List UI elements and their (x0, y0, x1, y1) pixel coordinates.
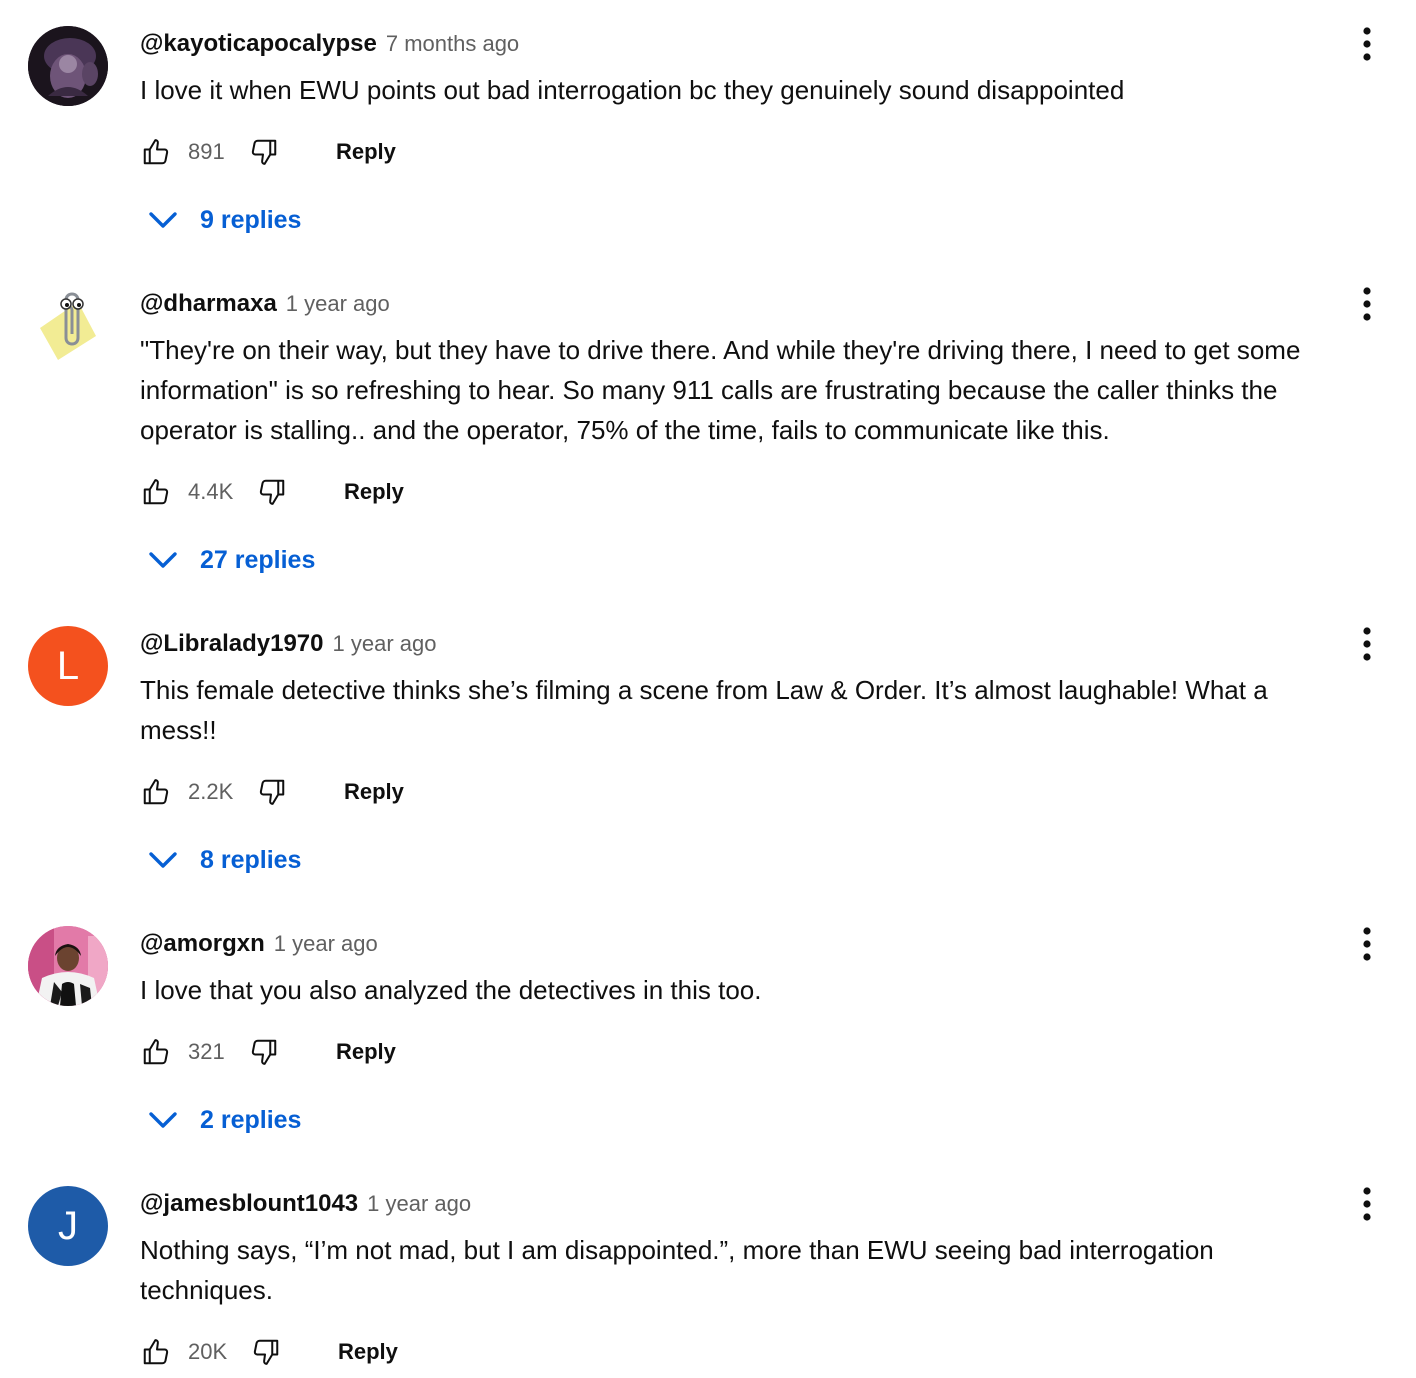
avatar[interactable]: J (28, 1186, 108, 1266)
like-count: 321 (188, 1039, 225, 1064)
avatar[interactable] (28, 286, 108, 366)
thumbs-up-icon (143, 479, 169, 505)
like-button[interactable] (140, 136, 172, 168)
avatar-letter: J (58, 1203, 78, 1248)
chevron-down-icon (146, 1103, 180, 1137)
comment-actions: 4.4K Reply (140, 472, 404, 512)
comment-text-line: information" is so refreshing to hear. S… (140, 375, 1278, 405)
avatar[interactable] (28, 926, 108, 1006)
comment-time[interactable]: 1 year ago (367, 1191, 471, 1217)
comment-actions: 891 Reply (140, 132, 396, 172)
dislike-button[interactable] (256, 476, 288, 508)
person-photo-avatar-icon (28, 926, 108, 1006)
paperclip-assistant-avatar-icon (40, 292, 96, 360)
like-button[interactable] (140, 1336, 172, 1368)
like-button[interactable] (140, 776, 172, 808)
comment-menu-button[interactable] (1352, 282, 1382, 326)
chevron-down-icon (146, 543, 180, 577)
comment-text-line: operator is stalling.. and the operator,… (140, 415, 1110, 445)
more-vertical-icon (1363, 287, 1371, 321)
comment-menu-button[interactable] (1352, 22, 1382, 66)
avatar-letter: L (56, 643, 80, 688)
comment-actions: 2.2K Reply (140, 772, 404, 812)
comment-time[interactable]: 1 year ago (333, 631, 437, 657)
comment-header: @Libralady1970 1 year ago (140, 630, 436, 662)
thumbs-up-icon (143, 779, 169, 805)
comment-time[interactable]: 1 year ago (286, 291, 390, 317)
comment-author[interactable]: @Libralady1970 (140, 630, 324, 658)
comment-text: Nothing says, “I’m not mad, but I am dis… (140, 1230, 1375, 1310)
avatar[interactable] (28, 26, 108, 106)
comment-author[interactable]: @jamesblount1043 (140, 1190, 358, 1218)
dark-purple-figure-avatar-icon (28, 26, 108, 106)
replies-count: 27 replies (200, 545, 316, 574)
view-replies-button[interactable]: 2 replies (146, 1100, 301, 1140)
like-count: 891 (188, 139, 225, 164)
thumbs-up-icon (143, 1039, 169, 1065)
reply-button[interactable]: Reply (336, 139, 396, 165)
comment-text-line: Nothing says, “I’m not mad, but I am dis… (140, 1235, 1214, 1265)
thumbs-down-icon (259, 479, 285, 505)
reply-button[interactable]: Reply (336, 1039, 396, 1065)
replies-count: 9 replies (200, 205, 302, 234)
dislike-button[interactable] (250, 1336, 282, 1368)
comment-menu-button[interactable] (1352, 1182, 1382, 1226)
like-count: 2.2K (188, 779, 234, 804)
comment-text-line: I love that you also analyzed the detect… (140, 975, 762, 1005)
like-button[interactable] (140, 476, 172, 508)
thumbs-down-icon (253, 1339, 279, 1365)
dislike-button[interactable] (256, 776, 288, 808)
comment-menu-button[interactable] (1352, 622, 1382, 666)
more-vertical-icon (1363, 927, 1371, 961)
replies-count: 8 replies (200, 845, 302, 874)
reply-button[interactable]: Reply (344, 479, 404, 505)
comment-time[interactable]: 7 months ago (386, 31, 519, 57)
reply-button[interactable]: Reply (338, 1339, 398, 1365)
dislike-button[interactable] (248, 1036, 280, 1068)
avatar[interactable]: L (28, 626, 108, 706)
more-vertical-icon (1363, 627, 1371, 661)
comment-author[interactable]: @amorgxn (140, 930, 265, 958)
chevron-down-icon (146, 843, 180, 877)
comment-text: I love that you also analyzed the detect… (140, 970, 1375, 1010)
comment-time[interactable]: 1 year ago (274, 931, 378, 957)
dislike-button[interactable] (248, 136, 280, 168)
comment-text-line: This female detective thinks she’s filmi… (140, 675, 1268, 705)
view-replies-button[interactable]: 8 replies (146, 840, 301, 880)
comment-actions: 20K Reply (140, 1332, 398, 1372)
more-vertical-icon (1363, 1187, 1371, 1221)
comment-text-line: "They're on their way, but they have to … (140, 335, 1301, 365)
thumbs-down-icon (251, 1039, 277, 1065)
thumbs-down-icon (259, 779, 285, 805)
comment-text-line: I love it when EWU points out bad interr… (140, 75, 1125, 105)
comment-author[interactable]: @dharmaxa (140, 290, 277, 318)
comment-text: This female detective thinks she’s filmi… (140, 670, 1375, 750)
like-count: 20K (188, 1339, 228, 1364)
comment-header: @jamesblount1043 1 year ago (140, 1190, 471, 1222)
thumbs-up-icon (143, 139, 169, 165)
like-button[interactable] (140, 1036, 172, 1068)
comment-text-line: mess!! (140, 715, 217, 745)
comment-menu-button[interactable] (1352, 922, 1382, 966)
more-vertical-icon (1363, 27, 1371, 61)
replies-count: 2 replies (200, 1105, 302, 1134)
thumbs-up-icon (143, 1339, 169, 1365)
view-replies-button[interactable]: 9 replies (146, 200, 301, 240)
comment-author[interactable]: @kayoticapocalypse (140, 30, 377, 58)
chevron-down-icon (146, 203, 180, 237)
comment-header: @kayoticapocalypse 7 months ago (140, 30, 519, 62)
comment-actions: 321 Reply (140, 1032, 396, 1072)
reply-button[interactable]: Reply (344, 779, 404, 805)
comment-text: "They're on their way, but they have to … (140, 330, 1375, 450)
comment-text: I love it when EWU points out bad interr… (140, 70, 1375, 110)
thumbs-down-icon (251, 139, 277, 165)
view-replies-button[interactable]: 27 replies (146, 540, 315, 580)
comment-text-line: techniques. (140, 1275, 273, 1305)
comment-header: @amorgxn 1 year ago (140, 930, 378, 962)
comment-header: @dharmaxa 1 year ago (140, 290, 390, 322)
like-count: 4.4K (188, 479, 234, 504)
